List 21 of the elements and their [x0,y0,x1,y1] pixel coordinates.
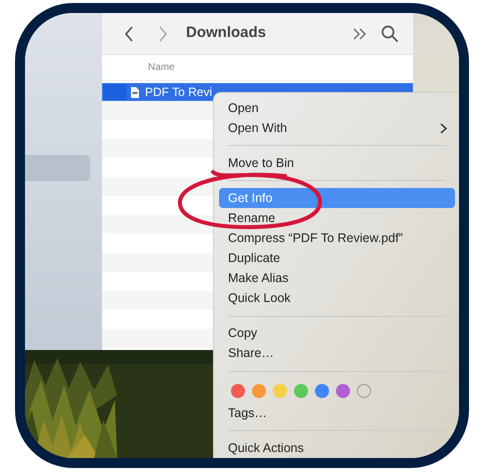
search-icon[interactable] [381,24,399,42]
menu-item[interactable]: Open [219,98,455,118]
file-name: PDF To Revi [145,84,212,101]
menu-item[interactable]: Make Alias [219,268,455,288]
chevron-icon [440,122,447,134]
menu-item[interactable]: Compress “PDF To Review.pdf” [219,228,455,248]
forward-icon[interactable] [158,26,168,42]
menu-item[interactable]: Duplicate [219,248,455,268]
menu-item[interactable]: Tags… [219,402,455,423]
file-icon [131,86,139,98]
menu-item[interactable]: Share… [219,344,455,364]
menu-item[interactable]: Quick Actions [219,438,455,458]
menu-item[interactable]: Open With [219,118,455,138]
column-header[interactable]: Name [148,60,175,75]
window-title: Downloads [186,23,266,44]
double-chevron-icon[interactable] [353,28,367,40]
back-icon[interactable] [124,26,134,42]
menu-item[interactable]: Rename [219,208,455,228]
menu-item[interactable]: Copy [219,324,455,344]
menu-item[interactable]: Move to Bin [219,153,455,174]
menu-item[interactable]: Quick Look [219,288,455,309]
